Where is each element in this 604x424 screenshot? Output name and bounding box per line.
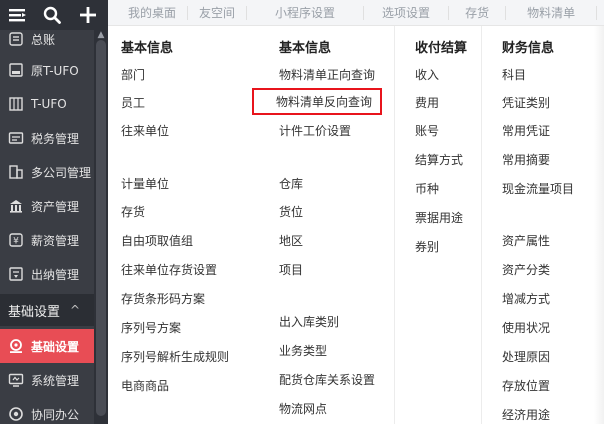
menu-item[interactable]: 电商商品 — [121, 378, 169, 394]
sidebar-item-label: 资产管理 — [31, 199, 80, 214]
menu-item[interactable]: 增减方式 — [502, 291, 550, 307]
sidebar-item-label: 多公司管理 — [31, 165, 92, 180]
sidebar-item-basic-settings[interactable]: 基础设置 — [0, 329, 94, 363]
tab-miniprogram-settings[interactable]: 小程序设置 — [247, 5, 365, 20]
salary-icon: ¥ — [9, 233, 23, 247]
menu-item[interactable]: 计量单位 — [121, 176, 169, 192]
sidebar-scrollbar[interactable]: ▲ — [94, 30, 108, 424]
menu-item[interactable]: 常用凭证 — [502, 123, 550, 139]
menu-item[interactable]: 存货条形码方案 — [121, 291, 205, 307]
asset-icon — [10, 200, 22, 213]
sidebar-item-label: 协同办公 — [31, 407, 80, 422]
column-divider — [394, 26, 395, 424]
mega-menu: 基本信息 部门 员工 往来单位 计量单位 存货 自由项取值组 往来单位存货设置 … — [108, 26, 604, 424]
menu-item[interactable]: 序列号解析生成规则 — [121, 349, 229, 365]
tab-inventory[interactable]: 存货 — [449, 5, 507, 20]
sidebar-item-label: 出纳管理 — [31, 267, 80, 282]
sidebar-item-ufo-old[interactable]: 原T-UFO — [0, 53, 94, 87]
tab-bar: 我的桌面 友空间 小程序设置 选项设置 存货 物料清单 字 — [108, 0, 604, 26]
ledger-icon — [9, 32, 23, 46]
scrollbar-thumb[interactable] — [96, 40, 106, 416]
menu-item[interactable]: 收入 — [415, 67, 439, 83]
sidebar-item-label: 系统管理 — [31, 373, 80, 388]
sidebar-item-label: T-UFO — [31, 97, 67, 111]
sidebar-section-basic-settings[interactable]: 基础设置 ^ — [0, 294, 94, 326]
menu-item[interactable]: 物流网点 — [279, 401, 327, 417]
menu-edge-shadow — [594, 26, 604, 424]
tab-friend-space[interactable]: 友空间 — [188, 5, 248, 20]
menu-item[interactable]: 科目 — [502, 67, 526, 83]
sidebar-item-label: 税务管理 — [31, 131, 80, 146]
menu-item[interactable]: 往来单位 — [121, 123, 169, 139]
menu-item[interactable]: 券别 — [415, 239, 439, 255]
scroll-up-icon[interactable]: ▲ — [96, 30, 106, 40]
menu-item[interactable]: 仓库 — [279, 176, 303, 192]
column-title: 财务信息 — [502, 41, 555, 56]
menu-item[interactable]: 票据用途 — [415, 210, 463, 226]
company-icon — [9, 165, 23, 179]
tab-option-settings[interactable]: 选项设置 — [364, 5, 450, 20]
menu-item[interactable]: 常用摘要 — [502, 152, 550, 168]
menu-item[interactable]: 存放位置 — [502, 378, 550, 394]
settings-icon — [10, 339, 22, 353]
app-window: 总账 原T-UFO T-UFO 税务管理 多公司管理 资产管理 ¥ 薪资管理 出 — [0, 0, 604, 424]
menu-item[interactable]: 项目 — [279, 262, 303, 278]
menu-item[interactable]: 使用状况 — [502, 320, 550, 336]
menu-item[interactable]: 结算方式 — [415, 152, 463, 168]
menu-item[interactable]: 序列号方案 — [121, 320, 181, 336]
svg-text:¥: ¥ — [13, 237, 19, 247]
menu-item-bom-reverse-query-highlighted[interactable]: 物料清单反向查询 — [252, 88, 383, 115]
tax-icon — [8, 132, 24, 144]
sidebar-item-tufo[interactable]: T-UFO — [0, 87, 94, 121]
sidebar-item-ledger[interactable]: 总账 — [0, 22, 94, 56]
column-title: 基本信息 — [279, 41, 332, 56]
sidebar-item-label: 薪资管理 — [31, 233, 80, 248]
column-title: 基本信息 — [121, 41, 174, 56]
cashier-icon — [9, 267, 23, 281]
sidebar-item-label: 原T-UFO — [31, 63, 79, 78]
menu-item[interactable]: 处理原因 — [502, 349, 550, 365]
menu-item[interactable]: 经济用途 — [502, 407, 550, 423]
menu-item[interactable]: 账号 — [415, 123, 439, 139]
tab-my-desktop[interactable]: 我的桌面 — [108, 5, 189, 20]
menu-item[interactable]: 业务类型 — [279, 343, 327, 359]
collab-icon — [9, 407, 23, 421]
menu-item[interactable]: 物料清单正向查询 — [279, 67, 375, 83]
sidebar-item-system[interactable]: 系统管理 — [0, 363, 94, 397]
menu-item[interactable]: 现金流量项目 — [502, 181, 574, 197]
menu-item[interactable]: 资产分类 — [502, 262, 550, 278]
system-icon — [8, 373, 24, 387]
column-divider — [481, 26, 482, 424]
menu-item[interactable]: 存货 — [121, 204, 145, 220]
ufo-report-icon — [9, 63, 23, 77]
sidebar-item-collab[interactable]: 协同办公 — [0, 397, 94, 424]
sidebar-section-label: 基础设置 — [8, 304, 61, 320]
menu-item[interactable]: 配货仓库关系设置 — [279, 372, 375, 388]
menu-item[interactable]: 自由项取值组 — [121, 233, 193, 249]
sidebar-item-salary[interactable]: ¥ 薪资管理 — [0, 223, 94, 257]
menu-item[interactable]: 出入库类别 — [279, 314, 339, 330]
menu-item[interactable]: 货位 — [279, 204, 303, 220]
chevron-up-icon: ^ — [70, 303, 81, 317]
menu-item[interactable]: 费用 — [415, 95, 439, 111]
menu-item[interactable]: 计件工价设置 — [279, 123, 351, 139]
menu-item[interactable]: 员工 — [121, 95, 145, 111]
menu-item[interactable]: 资产属性 — [502, 233, 550, 249]
column-title: 收付结算 — [415, 41, 468, 56]
report-table-icon — [9, 97, 23, 111]
sidebar-item-multi-company[interactable]: 多公司管理 — [0, 155, 94, 189]
sidebar-item-assets[interactable]: 资产管理 — [0, 189, 94, 223]
sidebar-item-cashier[interactable]: 出纳管理 — [0, 257, 94, 291]
sidebar: 总账 原T-UFO T-UFO 税务管理 多公司管理 资产管理 ¥ 薪资管理 出 — [0, 0, 108, 424]
sidebar-item-tax[interactable]: 税务管理 — [0, 121, 94, 155]
menu-item[interactable]: 往来单位存货设置 — [121, 262, 217, 278]
menu-item[interactable]: 部门 — [121, 67, 145, 83]
menu-item[interactable]: 地区 — [279, 233, 303, 249]
menu-item[interactable]: 币种 — [415, 181, 439, 197]
tab-bom[interactable]: 物料清单 — [506, 5, 598, 20]
menu-item[interactable]: 凭证类别 — [502, 95, 550, 111]
sidebar-item-label: 总账 — [31, 32, 56, 47]
tab-overflow[interactable]: 字 — [597, 6, 604, 20]
sidebar-item-label: 基础设置 — [31, 339, 80, 354]
